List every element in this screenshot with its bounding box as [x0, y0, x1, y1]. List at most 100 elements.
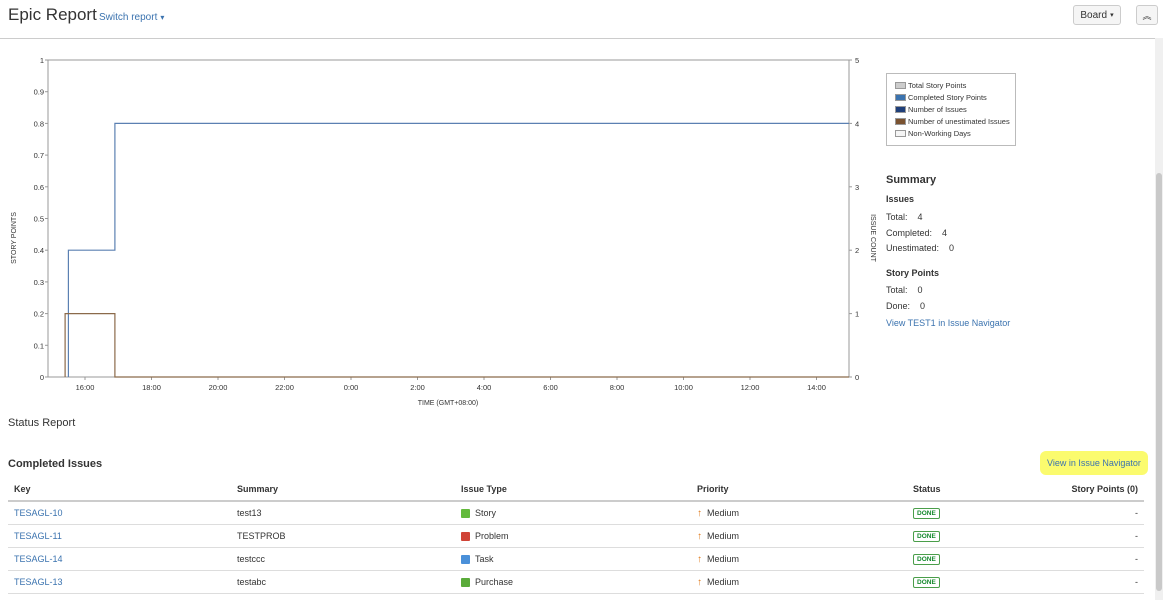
- priority-cell: ↑ Medium: [691, 501, 907, 525]
- issues-unestimated-row: Unestimated: 0: [886, 243, 954, 253]
- table-row: TESAGL-14 testccc Task ↑ Medium DONE -: [8, 547, 1144, 571]
- issues-heading: Issues: [886, 194, 915, 204]
- story-points-cell: -: [1050, 501, 1144, 525]
- column-header-priority[interactable]: Priority: [691, 478, 907, 502]
- issues-total-value: 4: [917, 212, 923, 222]
- y-tick-label: 0.1: [34, 341, 44, 350]
- x-tick-label: 16:00: [76, 383, 95, 392]
- status-cell: DONE: [907, 547, 1050, 571]
- issue-type-icon: [461, 532, 470, 542]
- status-cell: DONE: [907, 570, 1050, 594]
- story-points-cell: -: [1050, 570, 1144, 594]
- epic-report-chart: 0 0.1 0.2 0.3 0.4 0.5 0.6 0.7 0.8 0.9 1 0 1 2 3 4 5 16:…: [11, 56, 876, 407]
- board-button-label: Board: [1080, 9, 1108, 21]
- column-header-story-points[interactable]: Story Points (0): [1050, 478, 1144, 502]
- legend-label: Number of unestimated Issues: [908, 116, 1010, 126]
- y-tick-label: 0.8: [34, 119, 44, 128]
- sp-total-label: Total:: [886, 285, 908, 295]
- issues-total-row: Total: 4: [886, 212, 923, 222]
- status-badge: DONE: [913, 508, 940, 519]
- x-tick-label: 10:00: [674, 383, 693, 392]
- y-tick-label: 0.4: [34, 246, 44, 255]
- x-tick-label: 0:00: [344, 383, 359, 392]
- x-tick-label: 18:00: [142, 383, 161, 392]
- table-row: TESAGL-11 TESTPROB Problem ↑ Medium DONE -: [8, 524, 1144, 548]
- series-line-number-of-issues: [67, 122, 849, 377]
- column-header-key[interactable]: Key: [8, 478, 231, 502]
- priority-arrow-up-icon: ↑: [697, 530, 702, 542]
- y-tick-label: 0.3: [34, 278, 44, 287]
- completed-issues-heading: Completed Issues: [8, 458, 103, 470]
- y-tick-label: 0.9: [34, 88, 44, 97]
- issues-completed-value: 4: [942, 228, 948, 238]
- sp-done-row: Done: 0: [886, 301, 925, 311]
- chevron-down-icon: ▾: [1110, 12, 1114, 19]
- x-tick-label: 6:00: [543, 383, 558, 392]
- chevron-down-icon: ▾: [160, 13, 165, 22]
- status-badge: DONE: [913, 554, 940, 565]
- story-points-cell: -: [1050, 547, 1144, 571]
- view-test1-issue-navigator-link[interactable]: View TEST1 in Issue Navigator: [886, 318, 1010, 328]
- double-chevron-up-icon: ︽: [1142, 10, 1152, 21]
- column-header-status[interactable]: Status: [907, 478, 1050, 502]
- priority-arrow-up-icon: ↑: [697, 576, 702, 588]
- legend-label: Number of Issues: [908, 104, 967, 114]
- issue-type-icon: [461, 578, 470, 588]
- story-points-heading: Story Points: [886, 268, 940, 278]
- issue-key-link[interactable]: TESAGL-10: [14, 508, 63, 518]
- legend-item: Non-Working Days: [895, 127, 1015, 139]
- chart-legend: Total Story Points Completed Story Points…: [886, 73, 1016, 146]
- issue-type-icon: [461, 555, 470, 565]
- y2-tick-label: 4: [855, 119, 859, 128]
- page-header: Epic Report Switch report ▾ Board ▾ ︽: [0, 0, 1163, 39]
- issue-type-cell: Problem: [455, 524, 691, 548]
- x-tick-label: 22:00: [275, 383, 294, 392]
- legend-swatch: [895, 93, 906, 101]
- legend-swatch: [895, 105, 906, 113]
- legend-item: Total Story Points: [895, 79, 1015, 91]
- x-tick-label: 14:00: [807, 383, 826, 392]
- issues-completed-row: Completed: 4: [886, 228, 947, 238]
- issue-key-cell: TESAGL-11: [8, 524, 231, 548]
- priority-cell: ↑ Medium: [691, 570, 907, 594]
- issue-key-link[interactable]: TESAGL-11: [14, 531, 62, 541]
- priority-cell: ↑ Medium: [691, 547, 907, 571]
- y-tick-label: 0.5: [34, 215, 44, 224]
- issue-type-cell: Purchase: [455, 570, 691, 594]
- board-button[interactable]: Board ▾: [1073, 5, 1121, 25]
- collapse-header-button[interactable]: ︽: [1136, 5, 1158, 25]
- y2-tick-label: 0: [855, 373, 859, 382]
- sp-total-value: 0: [917, 285, 923, 295]
- view-in-issue-navigator-link[interactable]: View in Issue Navigator: [1040, 451, 1148, 475]
- status-cell: DONE: [907, 524, 1050, 548]
- issue-type-label: Problem: [475, 530, 509, 541]
- sp-done-label: Done:: [886, 301, 911, 311]
- plot-area-frame: [47, 59, 850, 378]
- switch-report-dropdown[interactable]: Switch report ▾: [99, 12, 164, 23]
- y2-axis-title: ISSUE COUNT: [869, 214, 876, 263]
- issue-type-label: Task: [475, 553, 494, 564]
- table-row: TESAGL-13 testabc Purchase ↑ Medium DONE -: [8, 570, 1144, 594]
- issue-type-cell: Task: [455, 547, 691, 571]
- issue-type-cell: Story: [455, 501, 691, 525]
- y-axis-title: STORY POINTS: [11, 212, 18, 264]
- issue-key-link[interactable]: TESAGL-14: [14, 554, 63, 564]
- sp-total-row: Total: 0: [886, 285, 923, 295]
- priority-cell: ↑ Medium: [691, 524, 907, 548]
- column-header-issue-type[interactable]: Issue Type: [455, 478, 691, 502]
- column-header-summary[interactable]: Summary: [231, 478, 455, 502]
- priority-label: Medium: [707, 507, 740, 518]
- y-tick-label: 0.7: [34, 151, 44, 160]
- issue-type-icon: [461, 509, 470, 519]
- scrollbar-thumb[interactable]: [1156, 173, 1162, 591]
- y2-tick-label: 3: [855, 183, 859, 192]
- issues-total-label: Total:: [886, 212, 908, 222]
- page-scrollbar[interactable]: [1155, 38, 1163, 600]
- issue-type-label: Purchase: [475, 576, 514, 587]
- y-tick-label: 0.6: [34, 183, 44, 192]
- priority-label: Medium: [707, 576, 740, 587]
- issue-summary-cell: TESTPROB: [231, 524, 455, 548]
- priority-arrow-up-icon: ↑: [697, 507, 702, 519]
- issue-key-link[interactable]: TESAGL-13: [14, 577, 63, 587]
- legend-swatch: [895, 117, 906, 125]
